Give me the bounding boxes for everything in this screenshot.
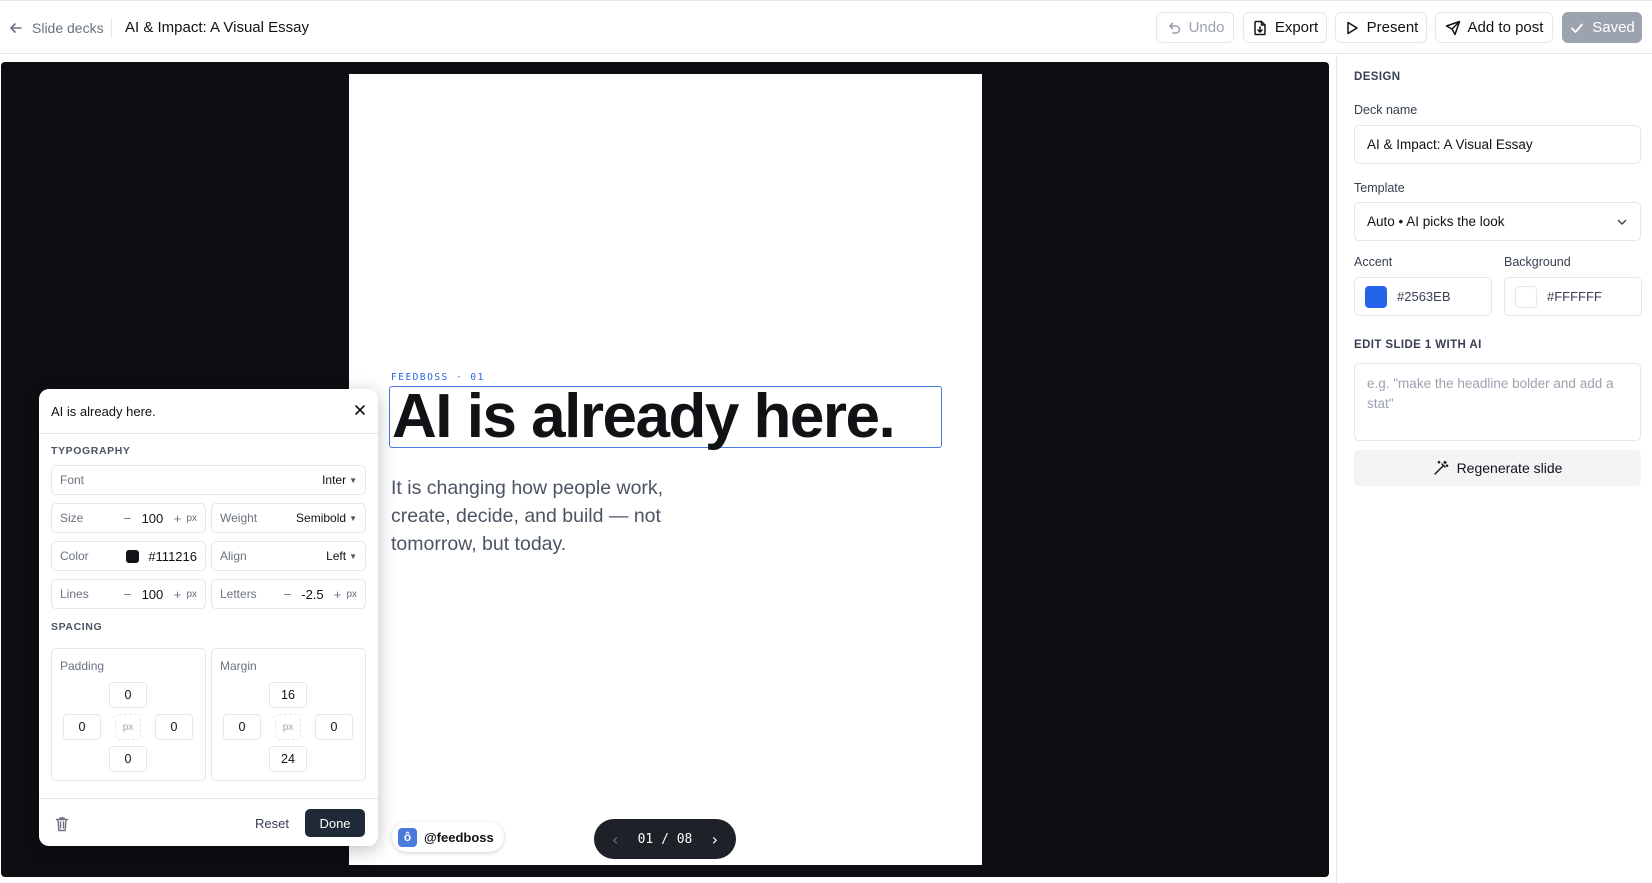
letters-increment-button[interactable]: + [330, 587, 344, 602]
back-label: Slide decks [32, 20, 104, 36]
deck-name-label: Deck name [1354, 103, 1418, 117]
background-label: Background [1504, 255, 1571, 269]
accent-swatch[interactable] [1365, 285, 1387, 308]
next-slide-button[interactable]: › [712, 830, 718, 849]
play-icon [1346, 21, 1358, 34]
slide-canvas[interactable]: FEEDBOSS · 01 AI is already here. It is … [349, 74, 982, 865]
present-button[interactable]: Present [1335, 12, 1427, 43]
slide-subhead[interactable]: It is changing how people work, create, … [391, 474, 701, 558]
panel-footer: Reset Done [39, 798, 378, 846]
file-download-icon [1254, 20, 1266, 35]
saved-button[interactable]: Saved [1562, 12, 1642, 43]
padding-unit: px [115, 714, 141, 740]
line-height-stepper[interactable]: Lines − 100 + px [51, 579, 206, 609]
spacing-section-label: SPACING [51, 621, 103, 633]
letter-spacing-stepper[interactable]: Letters − -2.5 + px [211, 579, 366, 609]
reset-button[interactable]: Reset [255, 816, 289, 831]
element-edit-panel: AI is already here. TYPOGRAPHY Font Inte… [39, 389, 378, 846]
lines-increment-button[interactable]: + [170, 587, 184, 602]
background-swatch[interactable] [1515, 285, 1537, 308]
trash-icon[interactable] [55, 816, 69, 832]
caret-down-icon: ▼ [349, 513, 357, 523]
letters-decrement-button[interactable]: − [280, 587, 294, 602]
deck-name-input[interactable]: AI & Impact: A Visual Essay [1354, 125, 1641, 164]
padding-top-input[interactable]: 0 [109, 682, 147, 708]
padding-group: Padding 0 0 px 0 0 [51, 648, 206, 781]
undo-button[interactable]: Undo [1156, 12, 1234, 43]
regenerate-label: Regenerate slide [1456, 460, 1563, 476]
present-label: Present [1366, 19, 1419, 36]
deck-title: AI & Impact: A Visual Essay [125, 19, 309, 36]
margin-left-input[interactable]: 0 [223, 714, 261, 740]
size-stepper[interactable]: Size − 100 + px [51, 503, 206, 533]
arrow-left-icon [10, 23, 22, 33]
size-decrement-button[interactable]: − [120, 511, 134, 526]
brand-handle-text: @feedboss [424, 829, 494, 845]
brand-handle-badge[interactable]: ô @feedboss [392, 822, 504, 852]
background-color-field[interactable]: #FFFFFF [1504, 277, 1642, 316]
panel-header: AI is already here. [39, 389, 378, 434]
design-sidebar: DESIGN Deck name AI & Impact: A Visual E… [1336, 55, 1652, 883]
panel-title: AI is already here. [51, 404, 156, 419]
lines-value[interactable]: 100 [134, 587, 170, 602]
top-bar: Slide decks AI & Impact: A Visual Essay … [0, 0, 1652, 54]
back-to-slide-decks-link[interactable]: Slide decks [8, 18, 104, 38]
check-icon [1571, 23, 1584, 33]
regenerate-slide-button[interactable]: Regenerate slide [1354, 450, 1641, 486]
slide-counter: 01 / 08 [637, 831, 693, 847]
font-select[interactable]: Font Inter ▼ [51, 465, 366, 495]
prev-slide-button[interactable]: ‹ [612, 830, 618, 849]
send-icon [1445, 20, 1460, 35]
magic-wand-icon [1433, 460, 1449, 475]
template-label: Template [1354, 181, 1405, 195]
chevron-down-icon [1617, 219, 1627, 225]
padding-right-input[interactable]: 0 [155, 714, 193, 740]
export-label: Export [1274, 19, 1319, 36]
color-swatch[interactable] [126, 549, 140, 563]
slide-headline[interactable]: AI is already here. [389, 386, 942, 448]
margin-group: Margin 16 0 px 0 24 [211, 648, 366, 781]
color-field[interactable]: Color #111216 [51, 541, 206, 571]
caret-down-icon: ▼ [349, 475, 357, 485]
background-value: #FFFFFF [1547, 289, 1602, 304]
padding-left-input[interactable]: 0 [63, 714, 101, 740]
accent-color-field[interactable]: #2563EB [1354, 277, 1492, 316]
margin-top-input[interactable]: 16 [269, 682, 307, 708]
margin-right-input[interactable]: 0 [315, 714, 353, 740]
padding-bottom-input[interactable]: 0 [109, 746, 147, 772]
saved-label: Saved [1592, 19, 1635, 36]
template-value: Auto • AI picks the look [1367, 214, 1505, 229]
ai-prompt-textarea[interactable]: e.g. "make the headline bolder and add a… [1354, 363, 1641, 441]
undo-label: Undo [1188, 19, 1225, 36]
add-to-post-label: Add to post [1467, 19, 1544, 36]
edit-with-ai-label: EDIT SLIDE 1 WITH AI [1354, 339, 1482, 351]
add-to-post-button[interactable]: Add to post [1435, 12, 1553, 43]
undo-icon [1168, 22, 1180, 34]
align-select[interactable]: Align Left ▼ [211, 541, 366, 571]
size-increment-button[interactable]: + [170, 511, 184, 526]
brand-logo-icon: ô [398, 827, 417, 847]
size-value[interactable]: 100 [134, 511, 170, 526]
done-button[interactable]: Done [305, 809, 365, 837]
accent-value: #2563EB [1397, 289, 1451, 304]
accent-label: Accent [1354, 255, 1393, 269]
header-divider [111, 18, 112, 38]
margin-unit: px [275, 714, 301, 740]
margin-bottom-input[interactable]: 24 [269, 746, 307, 772]
caret-down-icon: ▼ [349, 551, 357, 561]
design-section-label: DESIGN [1354, 71, 1401, 83]
export-button[interactable]: Export [1243, 12, 1327, 43]
letters-value[interactable]: -2.5 [294, 587, 330, 602]
close-icon[interactable] [352, 402, 368, 418]
lines-decrement-button[interactable]: − [120, 587, 134, 602]
slide-pager: ‹ 01 / 08 › [594, 819, 736, 859]
template-select[interactable]: Auto • AI picks the look [1354, 202, 1641, 241]
weight-select[interactable]: Weight Semibold ▼ [211, 503, 366, 533]
color-value: #111216 [148, 548, 197, 564]
typography-section-label: TYPOGRAPHY [51, 445, 131, 457]
